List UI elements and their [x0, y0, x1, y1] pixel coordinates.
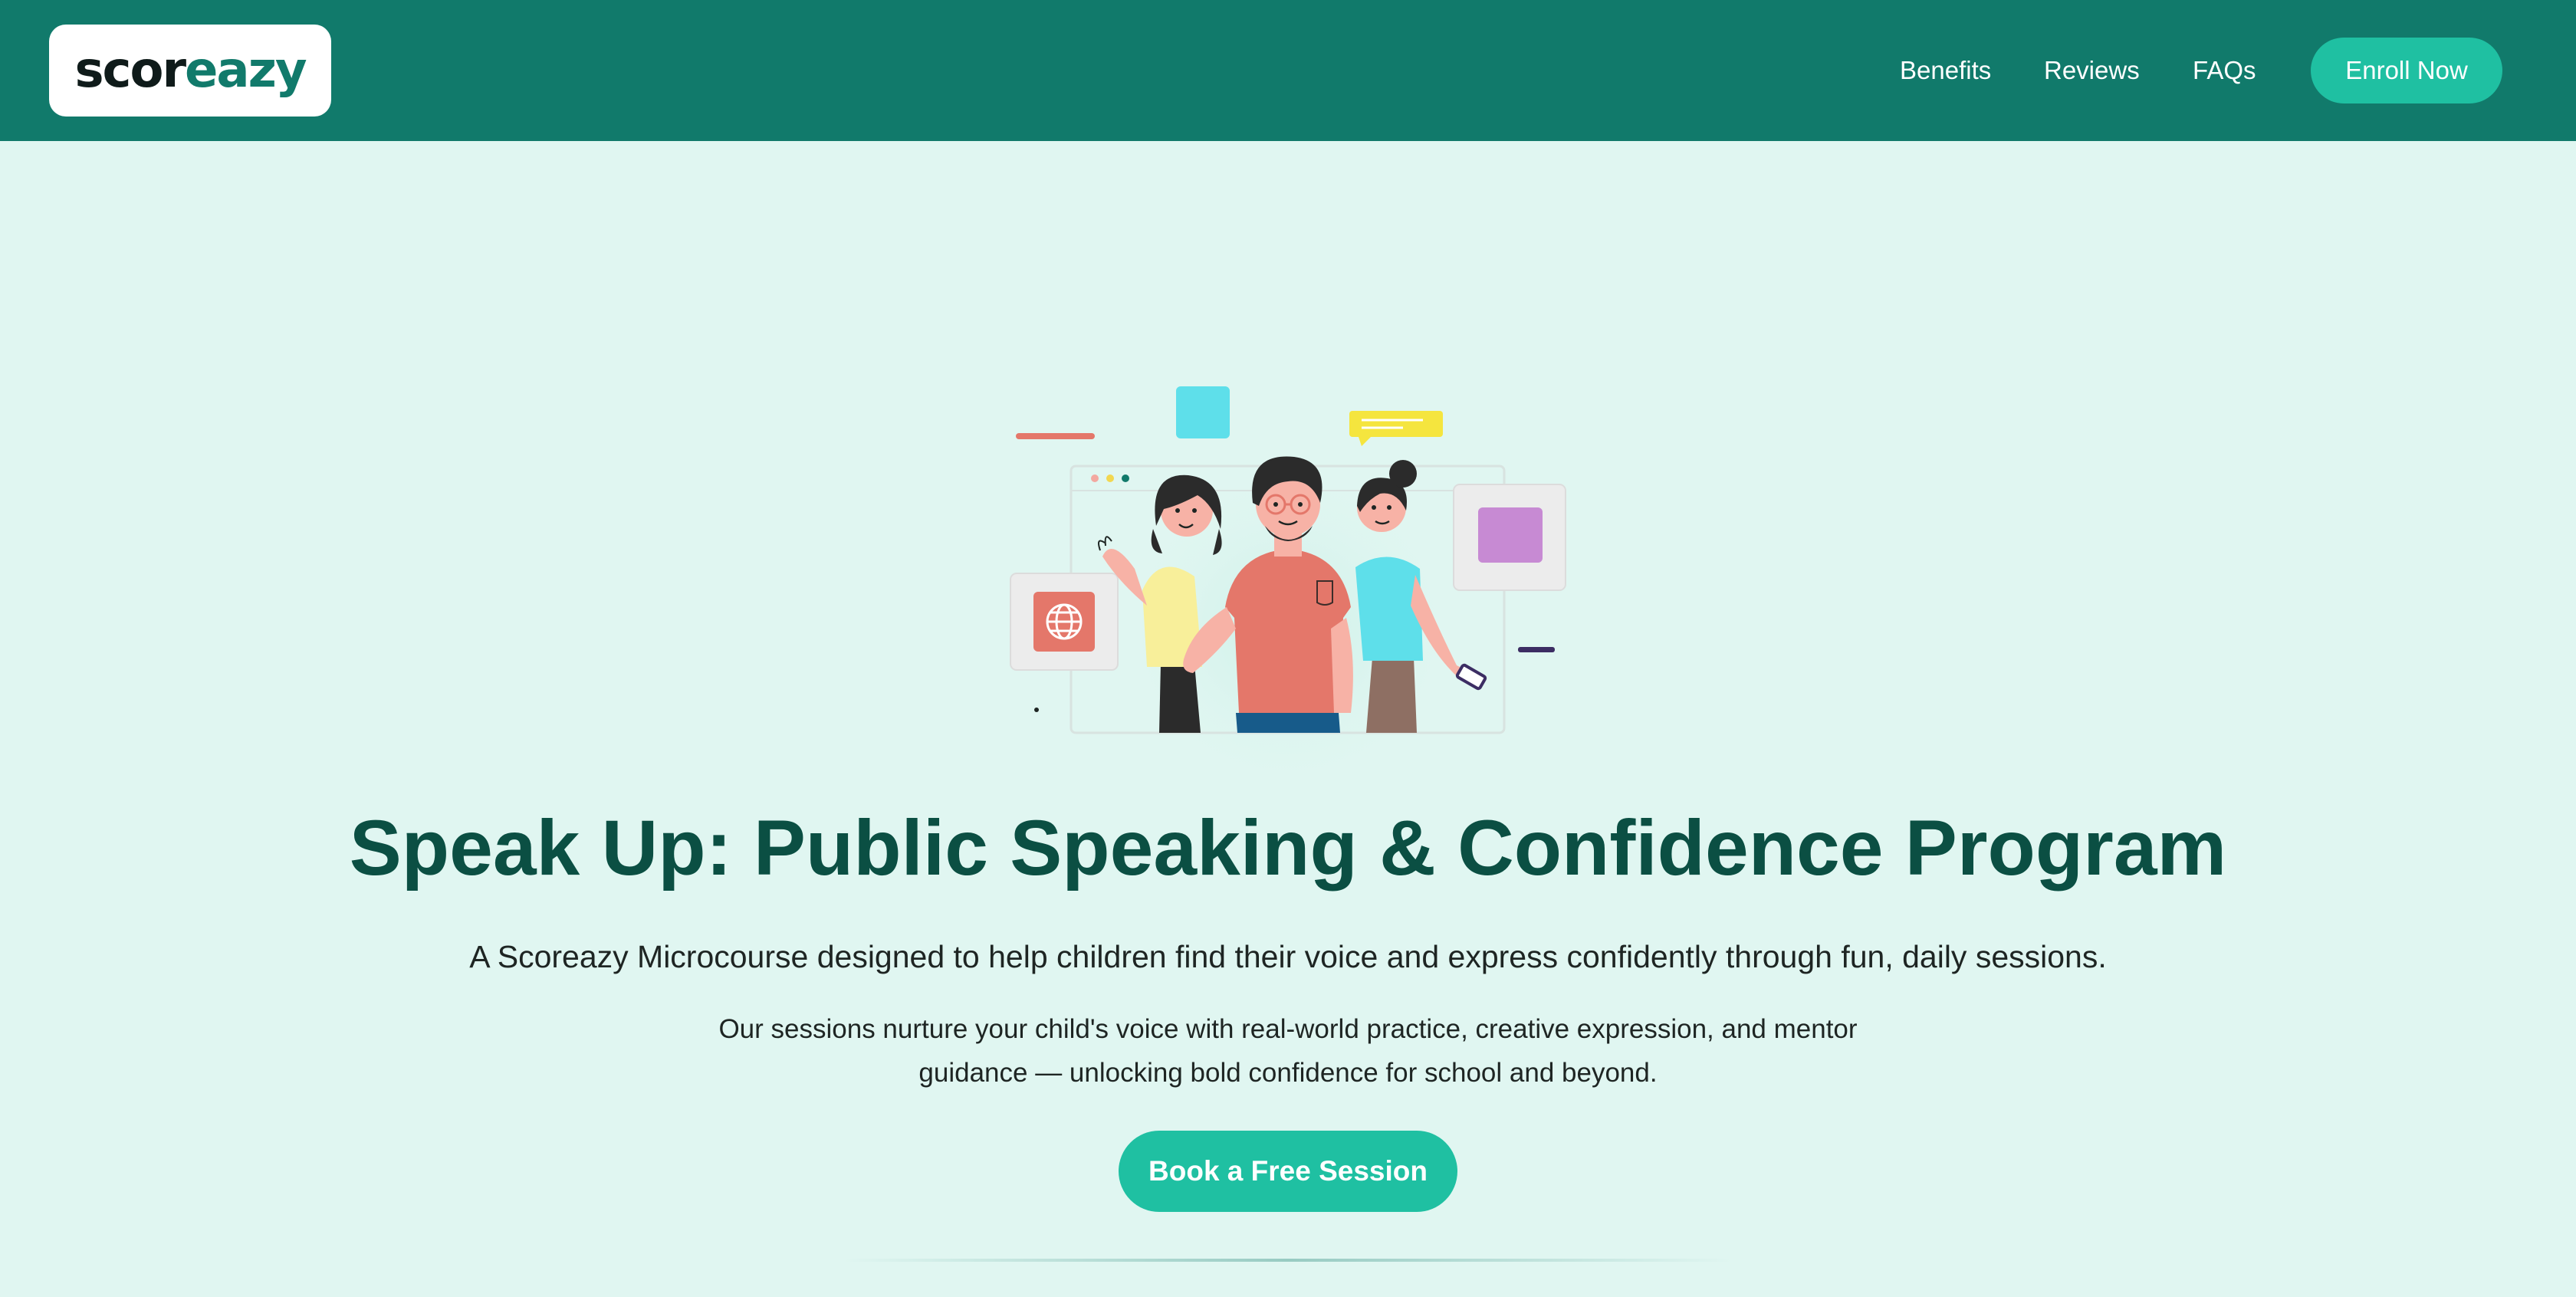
- enroll-now-button[interactable]: Enroll Now: [2311, 38, 2502, 103]
- logo-text-part2: eazy: [185, 42, 307, 99]
- nav-link-reviews[interactable]: Reviews: [2044, 54, 2140, 87]
- people-group-illustration: [1010, 386, 1566, 797]
- hero-title: Speak Up: Public Speaking & Confidence P…: [349, 804, 2227, 891]
- site-header: scoreazy Benefits Reviews FAQs Enroll No…: [0, 0, 2576, 141]
- section-divider: [843, 1259, 1733, 1262]
- nav-link-faqs[interactable]: FAQs: [2193, 54, 2256, 87]
- logo-text-part1: scor: [74, 42, 186, 99]
- logo-text: scoreazy: [74, 46, 307, 95]
- hero-description: Our sessions nurture your child's voice …: [718, 1014, 1858, 1088]
- book-free-session-button[interactable]: Book a Free Session: [1119, 1131, 1457, 1212]
- hero-illustration: [997, 376, 1579, 797]
- nav-link-benefits[interactable]: Benefits: [1900, 54, 1991, 87]
- hero-subtitle: A Scoreazy Microcourse designed to help …: [469, 939, 2107, 974]
- logo[interactable]: scoreazy: [49, 25, 331, 117]
